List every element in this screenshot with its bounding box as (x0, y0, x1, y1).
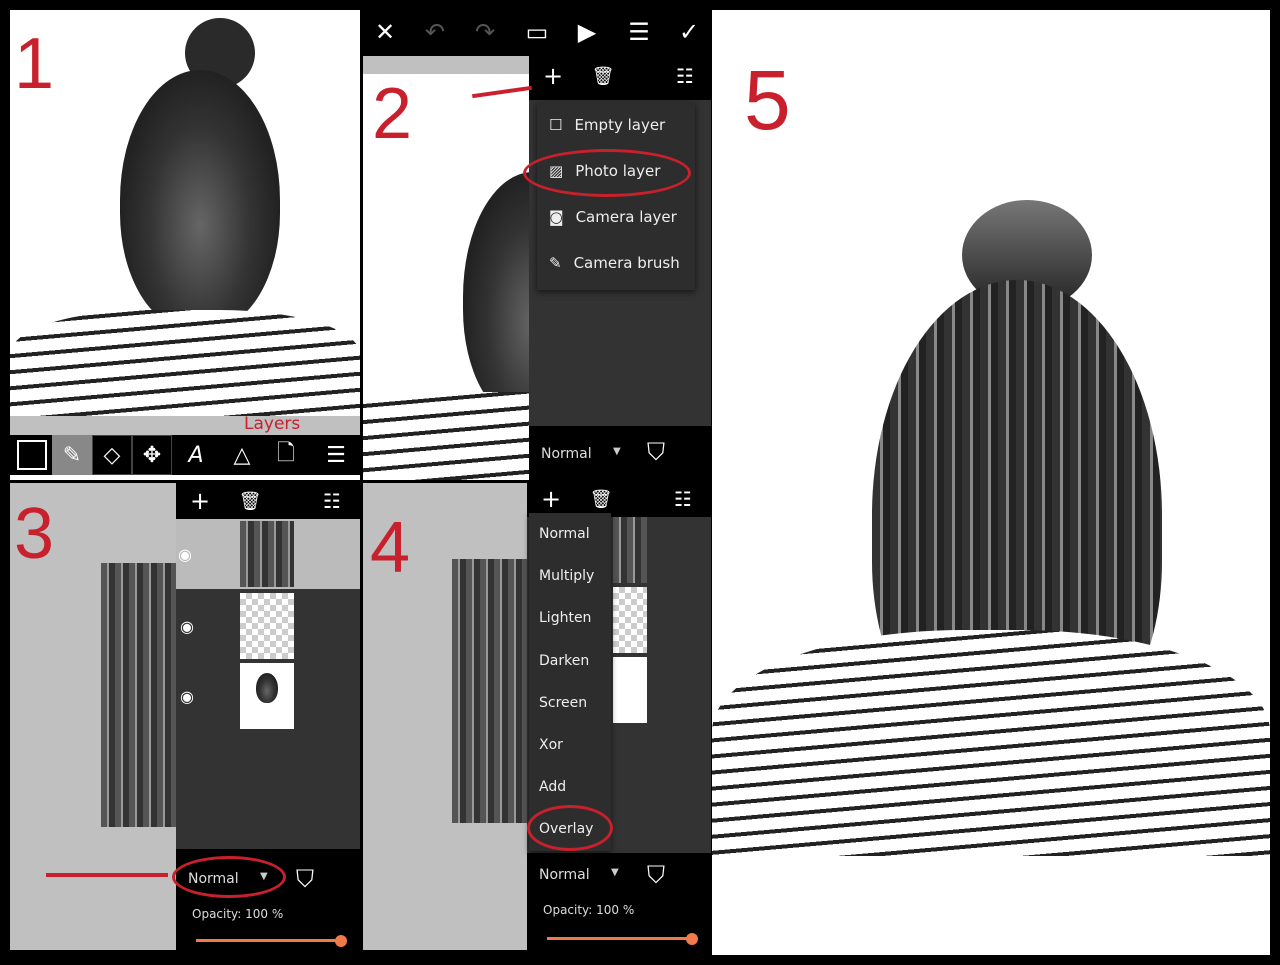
layer-toolbar: + 🗑 ☷ (529, 56, 711, 100)
blend-mode-dropdown[interactable]: Normal (539, 867, 590, 883)
menu-item-camera-layer[interactable]: ◙ Camera layer (537, 194, 695, 240)
add-layer-button[interactable]: + (533, 56, 573, 96)
blend-mode-menu: Normal Multiply Lighten Darken Screen Xo… (529, 513, 611, 851)
preview-button[interactable]: ▶ (567, 12, 607, 52)
step-number-5: 5 (744, 53, 791, 147)
step-number-4: 4 (370, 508, 411, 588)
photo-striped-shirt (10, 310, 360, 420)
blend-screen[interactable]: Screen (529, 682, 611, 724)
photo-striped-shirt (363, 392, 533, 480)
blend-mode-dropdown[interactable]: Normal (541, 446, 592, 462)
brush-tool-button[interactable]: ✎ (52, 435, 92, 475)
layer-row-portrait[interactable] (240, 663, 294, 729)
photo-city (452, 559, 528, 823)
eraser-tool-button[interactable]: ◇ (92, 435, 132, 475)
eye-icon[interactable]: ◉ (178, 545, 202, 615)
step-number-2: 2 (372, 74, 413, 154)
opacity-slider[interactable] (196, 939, 341, 942)
delete-layer-button[interactable]: 🗑 (230, 483, 270, 521)
done-button[interactable]: ✓ (669, 12, 709, 52)
paint-bucket-icon[interactable]: ⛉ (296, 865, 314, 893)
step-4-panel: + 🗑 ☷ Normal Multiply Lighten Darken Scr… (363, 483, 711, 950)
step-3-panel: + 🗑 ☷ ◉ ◉ ◉ Normal ▼ ⛉ Opacity: 100 % (10, 483, 360, 950)
opacity-slider[interactable] (547, 937, 692, 940)
layer-row-city[interactable]: ◉ (176, 519, 360, 589)
chevron-down-icon: ▼ (613, 446, 621, 457)
opacity-slider-handle[interactable] (686, 933, 698, 945)
text-tool-button[interactable]: A (176, 435, 216, 475)
eye-icon[interactable]: ◉ (180, 617, 194, 636)
crop-button[interactable]: ▭ (517, 12, 557, 52)
step-number-3: 3 (14, 494, 55, 574)
annotation-layers: Layers (244, 414, 301, 434)
add-image-button[interactable]: 🗋 (266, 435, 306, 475)
editor-toolbar: ✎ ◇ ✥ A △ 🗋 ☰ (10, 435, 360, 475)
step-2-panel: ✕ ↶ ↷ ▭ ▶ ☰ ✓ + 🗑 ☷ ☐ Empty layer ▨ Photo … (363, 12, 711, 480)
move-tool-button[interactable]: ✥ (132, 435, 172, 475)
highlight-circle (527, 805, 613, 851)
layers-button[interactable]: ☰ (316, 435, 356, 475)
chevron-down-icon: ▼ (611, 867, 619, 878)
blend-add[interactable]: Add (529, 766, 611, 808)
layer-row-empty[interactable] (240, 593, 294, 659)
layer-list-button[interactable]: ☷ (312, 483, 352, 521)
menu-item-camera-brush[interactable]: ✎ Camera brush (537, 240, 695, 286)
add-layer-button[interactable]: + (180, 483, 220, 521)
menu-item-empty-layer[interactable]: ☐ Empty layer (537, 102, 695, 148)
paint-bucket-icon[interactable]: ⛉ (647, 438, 665, 466)
highlight-circle (172, 856, 286, 898)
step-1-panel: Layers ✎ ◇ ✥ A △ 🗋 ☰ (10, 10, 360, 480)
top-toolbar: ✕ ↶ ↷ ▭ ▶ ☰ ✓ (363, 12, 711, 56)
blend-normal[interactable]: Normal (529, 513, 611, 555)
square-icon: ☐ (549, 116, 563, 134)
undo-button[interactable]: ↶ (415, 12, 455, 52)
paint-bucket-icon[interactable]: ⛉ (647, 861, 665, 889)
menu-button[interactable]: ☰ (619, 12, 659, 52)
blend-multiply[interactable]: Multiply (529, 555, 611, 597)
layer-list-button[interactable]: ☷ (665, 56, 705, 96)
opacity-label: Opacity: 100 % (543, 903, 635, 917)
step-5-result (712, 10, 1270, 955)
opacity-label: Opacity: 100 % (192, 907, 284, 921)
highlight-circle (523, 149, 691, 197)
brush-icon: ✎ (549, 254, 562, 272)
delete-layer-button[interactable]: 🗑 (583, 56, 623, 96)
camera-icon: ◙ (549, 208, 564, 226)
photo-striped-shirt (712, 630, 1270, 856)
close-button[interactable]: ✕ (365, 12, 405, 52)
eye-icon[interactable]: ◉ (180, 687, 194, 706)
shapes-tool-button[interactable]: △ (222, 435, 262, 475)
step-number-1: 1 (14, 24, 55, 104)
photo-portrait (120, 70, 280, 330)
blend-darken[interactable]: Darken (529, 640, 611, 682)
layer-list-button[interactable]: ☷ (663, 483, 703, 519)
annotation-arrow (46, 873, 168, 877)
blend-lighten[interactable]: Lighten (529, 597, 611, 639)
redo-button[interactable]: ↷ (465, 12, 505, 52)
photo-city (101, 563, 177, 827)
color-swatch-button[interactable] (12, 435, 52, 475)
blend-xor[interactable]: Xor (529, 724, 611, 766)
opacity-slider-handle[interactable] (335, 935, 347, 947)
